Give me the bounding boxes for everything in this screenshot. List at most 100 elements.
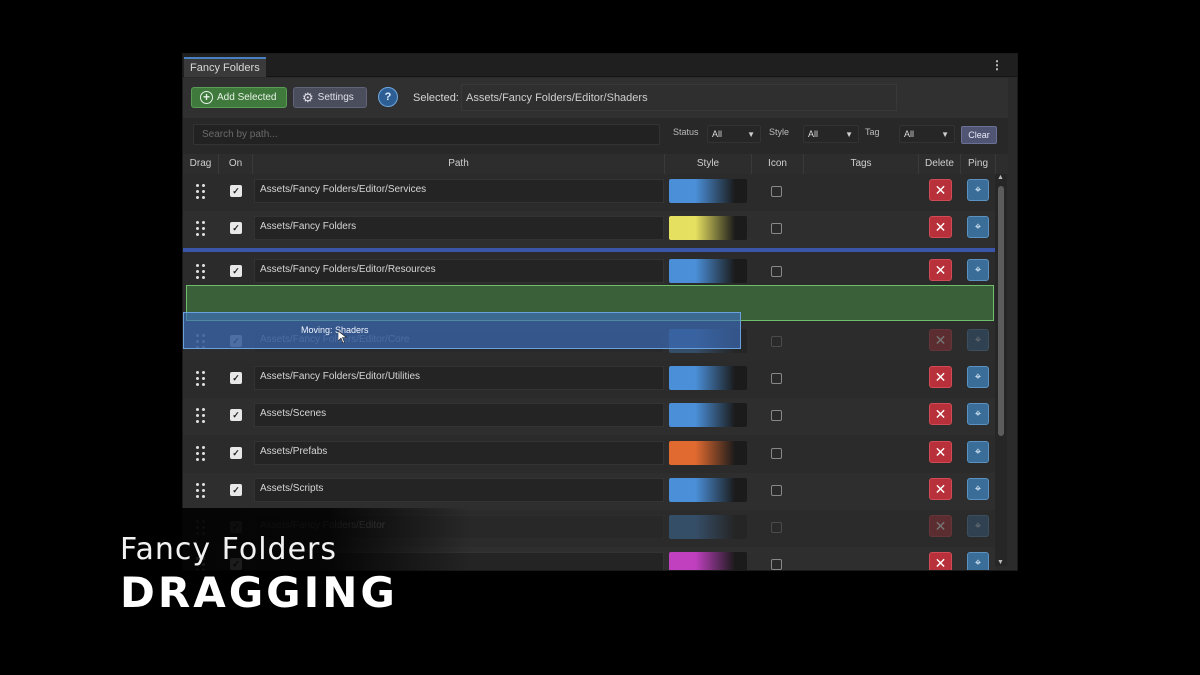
style-color-swatch[interactable] (669, 259, 747, 283)
drag-ghost: Moving: Shaders (183, 312, 741, 349)
delete-button[interactable]: ✕ (929, 329, 952, 351)
drag-ghost-label: Moving: Shaders (301, 325, 369, 335)
location-pin-icon: ⌖ (974, 221, 982, 233)
style-color-fill (669, 366, 735, 390)
icon-checkbox[interactable] (771, 336, 782, 347)
icon-checkbox[interactable] (771, 410, 782, 421)
location-pin-icon: ⌖ (974, 483, 982, 495)
path-field[interactable]: Assets/Fancy Folders (254, 216, 664, 240)
drag-handle-icon[interactable] (196, 184, 206, 200)
caption-title: Fancy Folders (120, 532, 338, 567)
ping-button[interactable]: ⌖ (967, 179, 989, 201)
delete-button[interactable]: ✕ (929, 552, 952, 570)
path-field[interactable]: Assets/Prefabs (254, 441, 664, 465)
ping-button[interactable]: ⌖ (967, 366, 989, 388)
enabled-checkbox[interactable]: ✓ (230, 265, 242, 277)
table-row: ✓ Assets/Fancy Folders ✕ ⌖ (183, 211, 996, 248)
close-icon: ✕ (934, 219, 947, 235)
vertical-scrollbar[interactable]: ▲ ▼ (995, 174, 1007, 566)
path-field[interactable]: Assets/Fancy Folders/Editor/Services (254, 179, 664, 203)
icon-checkbox[interactable] (771, 373, 782, 384)
icon-checkbox[interactable] (771, 485, 782, 496)
drag-handle-icon[interactable] (196, 446, 206, 462)
tab-bar: Fancy Folders ⋮ (183, 54, 1017, 77)
status-filter-select[interactable]: All ▼ (707, 125, 761, 143)
location-pin-icon: ⌖ (974, 264, 982, 276)
delete-button[interactable]: ✕ (929, 259, 952, 281)
delete-button[interactable]: ✕ (929, 366, 952, 388)
style-color-swatch[interactable] (669, 179, 747, 203)
column-header-delete: Delete (919, 154, 961, 174)
column-header-ping: Ping (961, 154, 996, 174)
enabled-checkbox[interactable]: ✓ (230, 409, 242, 421)
ping-button[interactable]: ⌖ (967, 259, 989, 281)
tab-fancy-folders[interactable]: Fancy Folders (184, 57, 266, 77)
path-field[interactable]: Assets/Scenes (254, 403, 664, 427)
enabled-checkbox[interactable]: ✓ (230, 447, 242, 459)
style-color-fill (669, 179, 735, 203)
icon-checkbox[interactable] (771, 448, 782, 459)
icon-checkbox[interactable] (771, 186, 782, 197)
style-color-swatch[interactable] (669, 441, 747, 465)
style-color-swatch[interactable] (669, 478, 747, 502)
ping-button[interactable]: ⌖ (967, 478, 989, 500)
style-color-fill (669, 259, 735, 283)
kebab-menu-icon[interactable]: ⋮ (991, 58, 1003, 72)
icon-checkbox[interactable] (771, 559, 782, 570)
scroll-up-icon[interactable]: ▲ (997, 174, 1004, 181)
tag-filter-value: All (904, 129, 915, 139)
toolbar: + Add Selected ⚙ Settings ? Selected: As… (183, 78, 1008, 118)
icon-checkbox[interactable] (771, 522, 782, 533)
style-color-swatch[interactable] (669, 403, 747, 427)
drag-handle-icon[interactable] (196, 483, 206, 499)
ping-button[interactable]: ⌖ (967, 552, 989, 570)
clear-filters-button[interactable]: Clear (961, 126, 997, 144)
location-pin-icon: ⌖ (974, 334, 982, 346)
delete-button[interactable]: ✕ (929, 216, 952, 238)
style-color-fill (669, 552, 735, 570)
path-field[interactable]: Assets/Fancy Folders/Editor/Resources (254, 259, 664, 283)
style-color-swatch[interactable] (669, 216, 747, 240)
style-filter-select[interactable]: All ▼ (803, 125, 859, 143)
style-color-swatch[interactable] (669, 552, 747, 570)
ping-button[interactable]: ⌖ (967, 515, 989, 537)
enabled-checkbox[interactable]: ✓ (230, 484, 242, 496)
ping-button[interactable]: ⌖ (967, 441, 989, 463)
ping-button[interactable]: ⌖ (967, 403, 989, 425)
enabled-checkbox[interactable]: ✓ (230, 372, 242, 384)
path-field[interactable]: Assets/Fancy Folders/Editor/Utilities (254, 366, 664, 390)
delete-button[interactable]: ✕ (929, 403, 952, 425)
delete-button[interactable]: ✕ (929, 515, 952, 537)
delete-button[interactable]: ✕ (929, 478, 952, 500)
drag-handle-icon[interactable] (196, 408, 206, 424)
drag-handle-icon[interactable] (196, 264, 206, 280)
add-selected-button[interactable]: + Add Selected (191, 87, 287, 108)
tag-filter-select[interactable]: All ▼ (899, 125, 955, 143)
drag-handle-icon[interactable] (196, 371, 206, 387)
style-color-swatch[interactable] (669, 366, 747, 390)
delete-button[interactable]: ✕ (929, 179, 952, 201)
ping-button[interactable]: ⌖ (967, 329, 989, 351)
tag-filter-label: Tag (865, 127, 880, 137)
delete-button[interactable]: ✕ (929, 441, 952, 463)
filter-bar: Search by path... Status All ▼ Style All… (183, 118, 1008, 154)
help-button[interactable]: ? (378, 87, 398, 107)
style-color-swatch[interactable] (669, 515, 747, 539)
location-pin-icon: ⌖ (974, 520, 982, 532)
chevron-down-icon: ▼ (845, 130, 853, 139)
column-header-tags: Tags (804, 154, 919, 174)
icon-checkbox[interactable] (771, 266, 782, 277)
column-header-drag: Drag (183, 154, 219, 174)
icon-checkbox[interactable] (771, 223, 782, 234)
enabled-checkbox[interactable]: ✓ (230, 185, 242, 197)
enabled-checkbox[interactable]: ✓ (230, 222, 242, 234)
column-header-icon: Icon (752, 154, 804, 174)
drag-handle-icon[interactable] (196, 221, 206, 237)
settings-button[interactable]: ⚙ Settings (293, 87, 367, 108)
ping-button[interactable]: ⌖ (967, 216, 989, 238)
style-filter-label: Style (769, 127, 790, 137)
search-input[interactable]: Search by path... (193, 124, 660, 145)
scrollbar-thumb[interactable] (998, 186, 1004, 436)
scroll-down-icon[interactable]: ▼ (997, 559, 1004, 566)
path-field[interactable]: Assets/Scripts (254, 478, 664, 502)
